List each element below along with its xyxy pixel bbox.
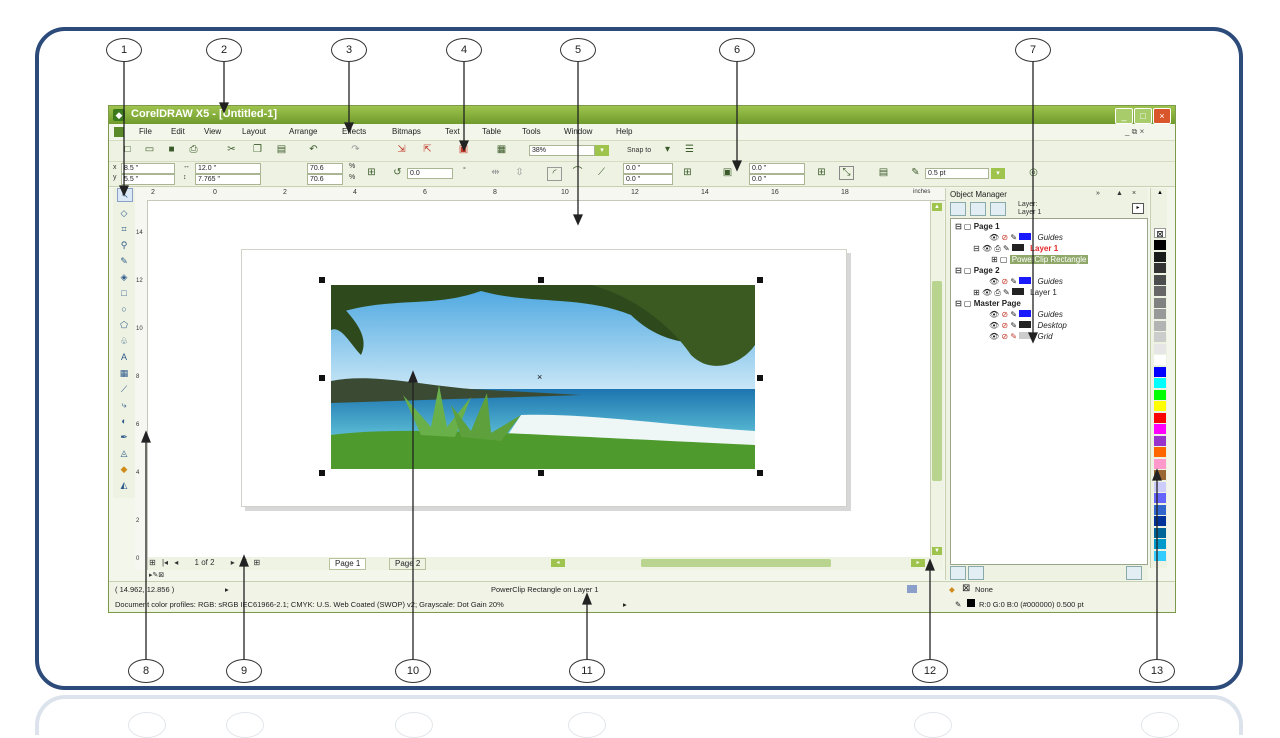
callout-13: 13 (1139, 659, 1175, 683)
callout-5: 5 (560, 38, 596, 62)
callout-6: 6 (719, 38, 755, 62)
callout-1: 1 (106, 38, 142, 62)
callout-9: 9 (226, 659, 262, 683)
callout-2: 2 (206, 38, 242, 62)
callout-3: 3 (331, 38, 367, 62)
callout-4: 4 (446, 38, 482, 62)
callout-8: 8 (128, 659, 164, 683)
callout-lines (118, 60, 1162, 660)
callout-12: 12 (912, 659, 948, 683)
callout-11: 11 (569, 659, 605, 683)
callout-7: 7 (1015, 38, 1051, 62)
callout-10: 10 (395, 659, 431, 683)
